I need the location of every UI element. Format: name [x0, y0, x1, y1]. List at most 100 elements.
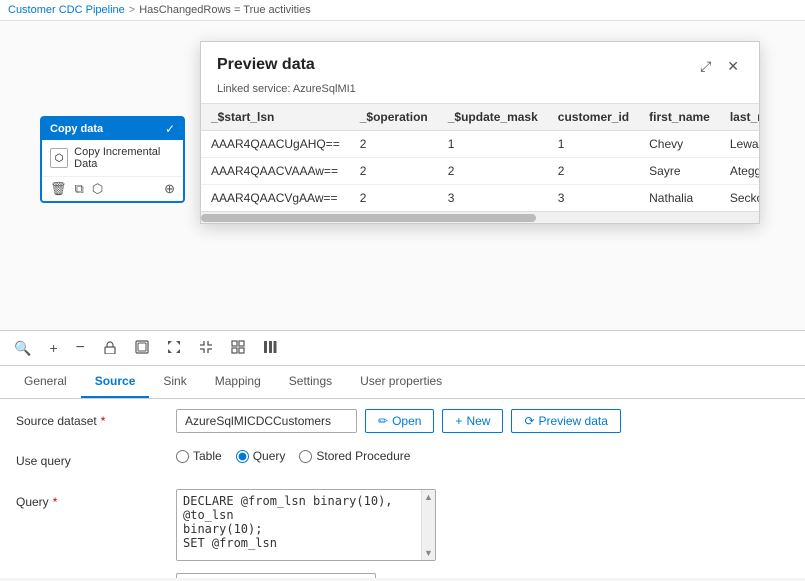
copy-data-actions: 🗑 ⧉ ⬡ ⊕ [42, 176, 183, 201]
cell-fn-2: Sayre [639, 158, 720, 185]
cell-ln-1: Leward [720, 131, 759, 158]
preview-table-container: _$start_lsn _$operation _$update_mask cu… [201, 103, 759, 211]
toolbar: 🔍 + − [0, 331, 805, 366]
expand-canvas-button[interactable] [163, 338, 185, 359]
cell-fn-1: Chevy [639, 131, 720, 158]
preview-dialog-icons: ⤢ ✕ [696, 56, 743, 77]
preview-close-icon[interactable]: ✕ [723, 56, 743, 77]
radio-sp-input[interactable] [299, 450, 312, 463]
copy-data-more-icon[interactable]: ⬡ [92, 181, 103, 197]
tab-mapping[interactable]: Mapping [201, 366, 275, 398]
lock-button[interactable] [99, 338, 121, 359]
source-dataset-label: Source dataset * [16, 409, 176, 428]
top-bar: Customer CDC Pipeline > HasChangedRows =… [0, 0, 805, 21]
tab-user-properties[interactable]: User properties [346, 366, 456, 398]
collapse-canvas-button[interactable] [195, 338, 217, 359]
source-dataset-row: Source dataset * AzureSqlMICDCCustomers … [16, 409, 789, 437]
table-row: AAAR4QAACUgAHQ== 2 1 1 Chevy Leward clew… [201, 131, 759, 158]
tab-sink[interactable]: Sink [149, 366, 200, 398]
col-first-name: first_name [639, 104, 720, 131]
radio-query[interactable]: Query [236, 449, 286, 463]
radio-table[interactable]: Table [176, 449, 222, 463]
table-row: AAAR4QAACVAAAw== 2 2 2 Sayre Ateggart sa… [201, 158, 759, 185]
cell-mask-1: 1 [438, 131, 548, 158]
cell-ln-3: Seckom [720, 185, 759, 212]
tabs-bar: General Source Sink Mapping Settings Use… [0, 366, 805, 399]
copy-data-body: ⬡ Copy Incremental Data [42, 140, 183, 176]
preview-dialog-title: Preview data [217, 56, 315, 74]
col-last-name: last_name [720, 104, 759, 131]
scroll-up-icon[interactable]: ▲ [424, 492, 433, 502]
preview-linked-service: Linked service: AzureSqlMI1 [201, 83, 759, 103]
table-row: AAAR4QAACVgAAw== 2 3 3 Nathalia Seckom n… [201, 185, 759, 212]
preview-icon: ⟳ [524, 414, 534, 428]
copy-data-check-icon: ✓ [165, 122, 175, 136]
col-operation: _$operation [350, 104, 438, 131]
use-query-label: Use query [16, 449, 176, 468]
copy-data-connect-icon[interactable]: ⊕ [164, 181, 175, 197]
source-dataset-value: AzureSqlMICDCCustomers ✏ Open + New ⟳ Pr… [176, 409, 789, 433]
query-timeout-input[interactable] [176, 573, 376, 578]
canvas-area: Copy data ✓ ⬡ Copy Incremental Data 🗑 ⧉ … [0, 21, 805, 331]
properties-panel: Source dataset * AzureSqlMICDCCustomers … [0, 399, 805, 578]
new-button[interactable]: + New [442, 409, 503, 433]
query-textarea[interactable]: DECLARE @from_lsn binary(10), @to_lsn bi… [177, 490, 421, 560]
preview-table: _$start_lsn _$operation _$update_mask cu… [201, 104, 759, 211]
copy-data-box[interactable]: Copy data ✓ ⬡ Copy Incremental Data 🗑 ⧉ … [40, 116, 185, 203]
col-start-lsn: _$start_lsn [201, 104, 350, 131]
cell-mask-2: 2 [438, 158, 548, 185]
grid-button[interactable] [227, 338, 249, 359]
search-button[interactable]: 🔍 [10, 338, 35, 359]
preview-scrollbar[interactable] [201, 211, 759, 223]
scroll-down-icon[interactable]: ▼ [424, 548, 433, 558]
use-query-value: Table Query Stored Procedure [176, 449, 789, 463]
cell-op-2: 2 [350, 158, 438, 185]
cell-fn-3: Nathalia [639, 185, 720, 212]
query-row: Query * DECLARE @from_lsn binary(10), @t… [16, 489, 789, 561]
cell-start-lsn-3: AAAR4QAACVgAAw== [201, 185, 350, 212]
fit-button[interactable] [131, 338, 153, 359]
copy-data-copy-icon[interactable]: ⧉ [75, 181, 84, 197]
settings-button[interactable] [259, 338, 281, 359]
add-button[interactable]: + [45, 338, 61, 358]
col-update-mask: _$update_mask [438, 104, 548, 131]
tab-general[interactable]: General [10, 366, 81, 398]
preview-dialog-header: Preview data ⤢ ✕ [201, 42, 759, 83]
radio-stored-procedure[interactable]: Stored Procedure [299, 449, 410, 463]
tab-settings[interactable]: Settings [275, 366, 346, 398]
tab-source[interactable]: Source [81, 366, 150, 398]
copy-data-title: Copy data [50, 123, 103, 135]
cell-cid-1: 1 [548, 131, 639, 158]
cell-op-1: 2 [350, 131, 438, 158]
breadcrumb-activity: HasChangedRows = True activities [139, 4, 311, 16]
preview-expand-icon[interactable]: ⤢ [696, 56, 715, 77]
remove-button[interactable]: − [72, 337, 89, 359]
new-plus-icon: + [455, 414, 462, 428]
cell-cid-2: 2 [548, 158, 639, 185]
source-dataset-required: * [101, 414, 106, 428]
cell-ln-2: Ateggart [720, 158, 759, 185]
cell-start-lsn-2: AAAR4QAACVAAAw== [201, 158, 350, 185]
open-icon: ✏ [378, 414, 388, 428]
source-dataset-select-wrap: AzureSqlMICDCCustomers [176, 409, 357, 433]
preview-data-button[interactable]: ⟳ Preview data [511, 409, 620, 433]
open-button[interactable]: ✏ Open [365, 409, 434, 433]
radio-group: Table Query Stored Procedure [176, 449, 410, 463]
cell-op-3: 2 [350, 185, 438, 212]
preview-scrollbar-thumb [201, 214, 536, 222]
source-dataset-select[interactable]: AzureSqlMICDCCustomers [176, 409, 357, 433]
copy-data-delete-icon[interactable]: 🗑 [50, 181, 67, 197]
col-customer-id: customer_id [548, 104, 639, 131]
main-area: Copy data ✓ ⬡ Copy Incremental Data 🗑 ⧉ … [0, 21, 805, 578]
radio-query-input[interactable] [236, 450, 249, 463]
query-timeout-value: ℹ [176, 573, 789, 578]
query-timeout-row: Query timeout (minutes) ℹ [16, 573, 789, 578]
radio-table-input[interactable] [176, 450, 189, 463]
query-value: DECLARE @from_lsn binary(10), @to_lsn bi… [176, 489, 789, 561]
copy-data-activity-icon: ⬡ [50, 148, 68, 168]
copy-data-header: Copy data ✓ [42, 118, 183, 140]
cell-start-lsn-1: AAAR4QAACUgAHQ== [201, 131, 350, 158]
query-required: * [53, 495, 58, 509]
preview-dialog: Preview data ⤢ ✕ Linked service: AzureSq… [200, 41, 760, 224]
breadcrumb-pipeline[interactable]: Customer CDC Pipeline [8, 4, 125, 16]
